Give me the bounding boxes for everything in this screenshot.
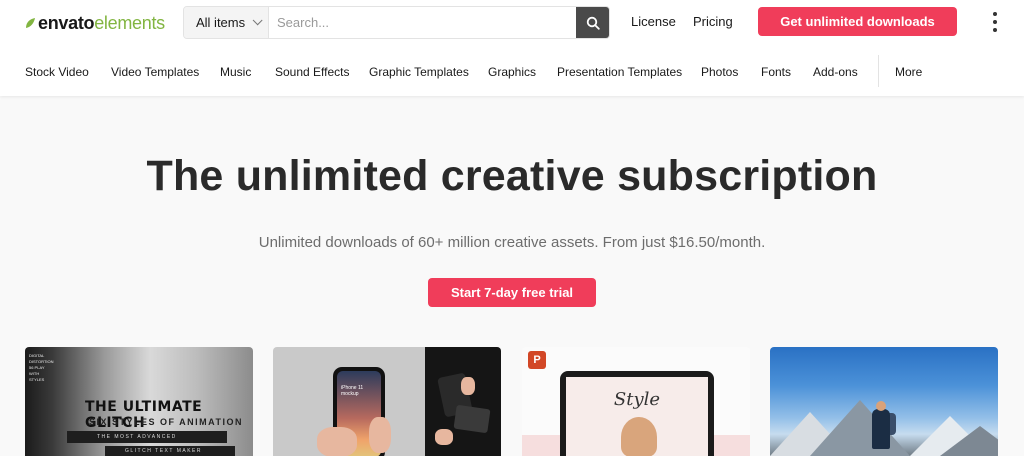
glitch-card-bar-2: GLITCH TEXT MAKER (105, 446, 235, 456)
nav-item-graphics[interactable]: Graphics (488, 65, 536, 79)
kebab-menu-icon[interactable] (990, 12, 1000, 32)
logo-product: elements (94, 12, 165, 33)
search-category-label: All items (196, 15, 246, 30)
get-unlimited-downloads-button[interactable]: Get unlimited downloads (758, 7, 957, 36)
glitch-side-tags: DIGITAL DISTORTION 56 PLAY WITH STYLES (29, 353, 54, 382)
nav-item-more[interactable]: More (895, 65, 922, 79)
nav-item-add-ons[interactable]: Add-ons (813, 65, 858, 79)
presentation-style-text: Style (613, 389, 661, 410)
item-card-glitch[interactable]: DIGITAL DISTORTION 56 PLAY WITH STYLES T… (25, 347, 253, 456)
search-category-dropdown[interactable]: All items (184, 7, 269, 38)
hand-image (369, 417, 391, 453)
category-nav: Stock Video Video Templates Music Sound … (0, 48, 1024, 96)
hiker-image (872, 409, 890, 449)
nav-item-fonts[interactable]: Fonts (761, 65, 791, 79)
phone-screen-text: iPhone 11 mockup (341, 385, 364, 397)
hero-subtitle: Unlimited downloads of 60+ million creat… (258, 234, 766, 251)
license-link[interactable]: License (631, 14, 676, 29)
search-icon (586, 16, 600, 30)
dark-mockup-panel (425, 347, 501, 456)
hero-title: The unlimited creative subscription (146, 152, 878, 200)
nav-divider (878, 55, 879, 87)
glitch-card-subtitle: SIX STYLES OF ANIMATION (89, 417, 244, 427)
search-button[interactable] (576, 7, 609, 38)
item-card-mountain-photo[interactable] (770, 347, 998, 456)
item-card-presentation[interactable]: P Style (522, 347, 750, 456)
nav-item-photos[interactable]: Photos (701, 65, 738, 79)
pricing-link[interactable]: Pricing (693, 14, 733, 29)
nav-item-video-templates[interactable]: Video Templates (111, 65, 199, 79)
item-card-phone-mockup[interactable]: iPhone 11 mockup (273, 347, 501, 456)
search-bar: All items (183, 6, 610, 39)
nav-item-graphic-templates[interactable]: Graphic Templates (369, 65, 469, 79)
nav-item-sound-effects[interactable]: Sound Effects (275, 65, 350, 79)
laptop-mockup-image: Style (560, 371, 714, 456)
nav-item-stock-video[interactable]: Stock Video (25, 65, 89, 79)
nav-item-music[interactable]: Music (220, 65, 251, 79)
logo-brand: envato (38, 12, 95, 33)
nav-item-presentation-templates[interactable]: Presentation Templates (557, 65, 682, 79)
start-free-trial-button[interactable]: Start 7-day free trial (428, 278, 596, 307)
leaf-icon (26, 18, 35, 28)
envato-elements-logo[interactable]: envato elements (24, 12, 165, 34)
chevron-down-icon (252, 15, 263, 26)
search-input[interactable] (269, 7, 576, 38)
hand-image (317, 427, 357, 456)
glitch-card-bar: THE MOST ADVANCED (67, 431, 227, 443)
powerpoint-icon: P (528, 351, 546, 369)
site-header: envatoelements All items License Pricing… (0, 0, 1024, 96)
